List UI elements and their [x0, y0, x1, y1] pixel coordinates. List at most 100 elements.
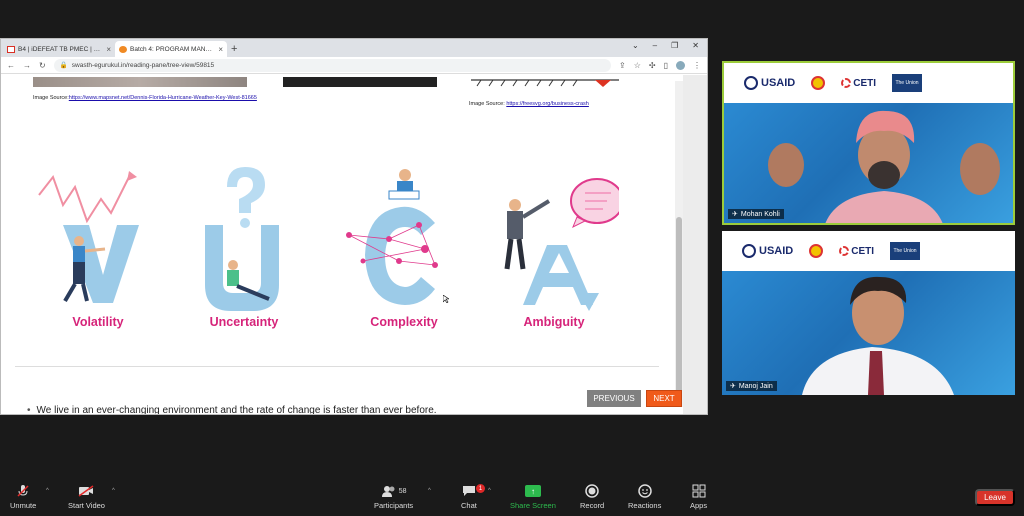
usaid-logo: USAID [742, 244, 793, 258]
minimize-button[interactable]: – [653, 41, 657, 50]
ceti-logo: CETI [841, 78, 876, 89]
zoom-window: B4 | iDEFEAT TB PMEC | Leaders × Batch 4… [0, 0, 1024, 516]
ceti-mark-icon [841, 78, 852, 88]
participants-button[interactable]: 58 Participants [374, 484, 413, 510]
previous-button[interactable]: PREVIOUS [587, 390, 641, 407]
share-icon[interactable]: ⇪ [619, 61, 626, 70]
mouse-cursor [443, 295, 449, 303]
pin-icon: ✈ [730, 383, 736, 390]
record-button[interactable]: Record [580, 484, 604, 510]
muted-mic-icon [16, 484, 30, 498]
right-edge [683, 75, 707, 414]
vuca-label-complexity: Complexity [370, 315, 438, 329]
start-video-button[interactable]: Start Video [68, 484, 105, 510]
next-button[interactable]: NEXT [646, 390, 682, 407]
volatility-illustration [38, 171, 139, 303]
chat-button[interactable]: Chat [461, 484, 477, 510]
participant-name: Manoj Jain [738, 382, 773, 390]
browser-window: B4 | iDEFEAT TB PMEC | Leaders × Batch 4… [0, 38, 708, 415]
apps-button[interactable]: Apps [690, 484, 707, 510]
share-screen-icon: ↑ [524, 484, 541, 498]
tab-search-icon[interactable]: ⌄ [632, 41, 639, 50]
close-window-button[interactable]: ✕ [692, 41, 699, 50]
reactions-label: Reactions [628, 501, 662, 510]
reading-pane: Image Source:https://www.mapsnet.net/Den… [1, 75, 673, 414]
apps-icon [692, 484, 706, 498]
close-tab-icon[interactable]: × [106, 45, 111, 54]
pin-icon: ✈ [732, 211, 738, 218]
tab-title: B4 | iDEFEAT TB PMEC | Leaders [18, 45, 103, 53]
usaid-text: USAID [761, 77, 796, 89]
extensions-puzzle-icon[interactable]: ✣ [649, 61, 656, 70]
start-video-label: Start Video [68, 501, 105, 510]
divider [15, 366, 659, 367]
vuca-label-uncertainty: Uncertainty [209, 315, 279, 329]
back-icon[interactable]: ← [7, 61, 15, 70]
video-tile-mohan-kohli[interactable]: USAID CETI The Union ✈ Mohan Kohli [722, 61, 1015, 225]
tab-gmail[interactable]: B4 | iDEFEAT TB PMEC | Leaders × [3, 41, 115, 57]
tab-title: Batch 4: PROGRAM MANAGEM [130, 45, 216, 53]
participant-name: Mohan Kohli [740, 210, 780, 218]
vuca-label-ambiguity: Ambiguity [523, 315, 585, 329]
chat-icon [462, 484, 476, 498]
unmute-label: Unmute [10, 501, 37, 510]
ceti-text: CETI [853, 77, 877, 89]
uncertainty-illustration [205, 167, 279, 311]
close-tab-icon[interactable]: × [218, 45, 223, 54]
participants-caret[interactable]: ^ [428, 488, 431, 494]
participant-name-tag: ✈ Mohan Kohli [728, 209, 784, 219]
menu-kebab-icon[interactable]: ⋮ [693, 61, 701, 70]
site-icon [119, 45, 127, 53]
maximize-button[interactable]: ❐ [671, 41, 678, 50]
usaid-seal-icon [742, 244, 756, 258]
speaker-figure [768, 110, 1000, 223]
dark-image [283, 77, 437, 87]
leave-button[interactable]: Leave [975, 489, 1015, 506]
image-source-link-2[interactable]: https://freesvg.org/business-crash [506, 101, 589, 107]
record-icon [585, 484, 599, 498]
gmail-icon [7, 45, 15, 53]
usaid-logo: USAID [744, 76, 795, 90]
business-crash-image [471, 79, 619, 87]
emblem-icon [811, 76, 826, 90]
url-field[interactable]: 🔒 swasth-egurukul.in/reading-pane/tree-v… [53, 58, 612, 72]
vuca-label-volatility: Volatility [72, 315, 124, 329]
side-panel-icon[interactable]: ▯ [664, 61, 668, 70]
ceti-logo: CETI [839, 246, 874, 257]
union-logo: The Union [890, 242, 921, 260]
participants-icon: 58 [381, 484, 407, 498]
bookmark-star-icon[interactable]: ☆ [634, 61, 641, 70]
participants-count: 58 [398, 487, 407, 495]
chat-caret[interactable]: ^ [488, 488, 491, 494]
tab-batch4[interactable]: Batch 4: PROGRAM MANAGEM × [115, 41, 227, 57]
image-source-label: Image Source: [469, 101, 505, 107]
forward-icon[interactable]: → [23, 61, 31, 70]
image-source-link-1[interactable]: https://www.mapsnet.net/Dennis-Florida-H… [69, 95, 257, 101]
profile-avatar[interactable] [676, 60, 685, 70]
scrollbar-thumb[interactable] [676, 217, 682, 407]
address-bar-row: ← → ↻ 🔒 swasth-egurukul.in/reading-pane/… [1, 57, 707, 74]
url-text: swasth-egurukul.in/reading-pane/tree-vie… [71, 61, 215, 69]
emblem-icon [809, 244, 824, 258]
reactions-button[interactable]: Reactions [628, 484, 661, 510]
ambiguity-illustration [504, 178, 619, 311]
logo-band: USAID CETI The Union [722, 231, 1015, 271]
bullet-point: We live in an ever-changing environment … [27, 405, 437, 414]
share-screen-button[interactable]: ↑ Share Screen [510, 484, 556, 510]
image-source-label: Image Source: [33, 95, 69, 101]
reload-icon[interactable]: ↻ [39, 61, 46, 70]
audio-options-caret[interactable]: ^ [46, 488, 49, 494]
ceti-mark-icon [839, 246, 850, 256]
apps-label: Apps [690, 501, 708, 510]
ceti-text: CETI [851, 245, 875, 257]
chat-unread-badge: 1 [476, 484, 485, 493]
window-controls: ⌄ – ❐ ✕ [632, 41, 699, 50]
share-screen-label: Share Screen [510, 501, 556, 510]
video-tile-manoj-jain[interactable]: USAID CETI The Union ✈ Manoj Jain [722, 231, 1015, 395]
complexity-illustration [346, 169, 438, 305]
unmute-button[interactable]: Unmute [10, 484, 36, 510]
new-tab-button[interactable]: + [231, 43, 237, 55]
video-options-caret[interactable]: ^ [112, 488, 115, 494]
speaker-figure [802, 276, 954, 395]
participants-label: Participants [374, 501, 414, 510]
